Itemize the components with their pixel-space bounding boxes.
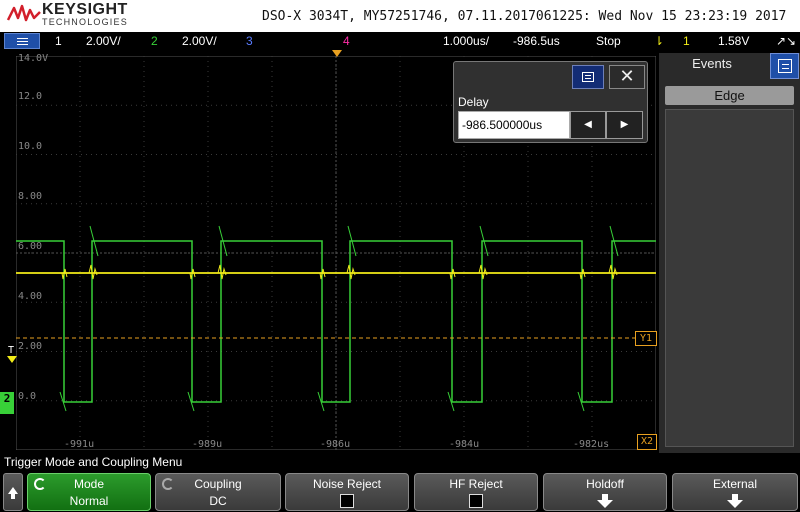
channel-1-scale[interactable]: 2.00V/ (86, 34, 121, 48)
dialog-close-button[interactable]: ✕ (609, 65, 645, 89)
x-label-4: -984u (449, 439, 480, 450)
y-label-10v: 10.0 (18, 141, 43, 152)
status-bar: 1 2.00V/ 2 2.00V/ 3 4 1.000us/ -986.5us … (0, 32, 800, 51)
channel-2-ground-marker[interactable]: 2 (0, 392, 14, 414)
trigger-level-marker-icon[interactable] (7, 356, 17, 363)
y-label-12v: 12.0 (18, 91, 43, 102)
y-label-14v: 14.0V (18, 53, 49, 64)
events-list[interactable] (665, 109, 794, 447)
mode-softkey-title: Mode (73, 477, 105, 491)
logo-subtitle: TECHNOLOGIES (42, 17, 128, 27)
channel-2-scale[interactable]: 2.00V/ (182, 34, 217, 48)
noise-reject-softkey[interactable]: Noise Reject (285, 473, 409, 511)
close-icon: ✕ (619, 66, 635, 87)
trigger-time-marker: T (8, 345, 15, 356)
x-label-1: -991u (64, 439, 95, 450)
channel-4-label[interactable]: 4 (343, 34, 350, 48)
cursor-x2-marker[interactable]: X2 (637, 434, 657, 450)
list-icon (573, 66, 603, 88)
y-label-0v: 0.0 (18, 391, 37, 402)
external-title: External (712, 477, 758, 491)
mode-softkey[interactable]: Mode Normal (27, 473, 151, 511)
x-label-5: -982us (573, 439, 610, 450)
dialog-list-button[interactable] (572, 65, 604, 89)
y-label-2v: 2.00 (18, 341, 43, 352)
coupling-softkey[interactable]: Coupling DC (155, 473, 281, 511)
delay-decrement-button[interactable]: ◀ (570, 111, 606, 139)
hf-reject-checkbox[interactable] (469, 494, 483, 508)
arrow-down-icon (597, 494, 613, 508)
hf-reject-title: HF Reject (449, 477, 503, 491)
events-panel: Events Edge (659, 53, 800, 453)
delay-label: Delay (458, 95, 489, 109)
channel-3-label[interactable]: 3 (246, 34, 253, 48)
timebase-scale[interactable]: 1.000us/ (443, 34, 489, 48)
channel-1-label[interactable]: 1 (55, 34, 62, 48)
title-bar: KEYSIGHT TECHNOLOGIES DSO-X 3034T, MY572… (0, 0, 800, 32)
x-label-3: -986u (320, 439, 351, 450)
channel-2-label[interactable]: 2 (151, 34, 158, 48)
x-label-2: -989u (192, 439, 223, 450)
external-softkey[interactable]: External (672, 473, 798, 511)
coupling-softkey-value: DC (209, 494, 227, 508)
arrow-right-icon: ▶ (620, 119, 629, 130)
y-label-4v: 4.00 (18, 291, 43, 302)
trigger-position-marker-icon[interactable] (332, 50, 342, 57)
delay-dialog: ✕ Delay -986.500000us ◀ ▶ (453, 61, 648, 143)
main-menu-button[interactable] (4, 33, 40, 49)
trigger-source: 1 (683, 34, 690, 48)
run-state: Stop (596, 34, 621, 48)
events-title: Events (692, 56, 732, 71)
list-icon (778, 59, 792, 73)
events-list-button[interactable] (770, 53, 799, 79)
holdoff-softkey[interactable]: Holdoff (543, 473, 667, 511)
noise-reject-title: Noise Reject (312, 477, 382, 491)
arrow-up-icon (8, 487, 18, 494)
trigger-level[interactable]: 1.58V (718, 34, 749, 48)
y-label-8v: 8.00 (18, 191, 43, 202)
noise-reject-checkbox[interactable] (340, 494, 354, 508)
menu-title: Trigger Mode and Coupling Menu (4, 455, 183, 469)
window-title: DSO-X 3034T, MY57251746, 07.11.201706122… (262, 9, 787, 24)
back-button[interactable] (3, 473, 23, 511)
arrow-left-icon: ◀ (584, 119, 592, 130)
cursor-y1-marker[interactable]: Y1 (635, 331, 657, 346)
delay-input[interactable]: -986.500000us (458, 111, 570, 139)
trigger-slope-icon: ↗↘ (776, 34, 797, 48)
edge-filter-button[interactable]: Edge (665, 86, 794, 105)
arrow-down-icon (727, 494, 743, 508)
horizontal-delay[interactable]: -986.5us (513, 34, 560, 48)
coupling-softkey-title: Coupling (194, 477, 242, 491)
mode-softkey-value: Normal (69, 494, 109, 508)
trigger-edge-icon: ⇂ (654, 34, 665, 48)
menu-list-icon (5, 34, 39, 48)
holdoff-title: Holdoff (586, 477, 624, 491)
delay-increment-button[interactable]: ▶ (606, 111, 643, 139)
y-label-6v: 6.00 (18, 241, 43, 252)
hf-reject-softkey[interactable]: HF Reject (414, 473, 538, 511)
